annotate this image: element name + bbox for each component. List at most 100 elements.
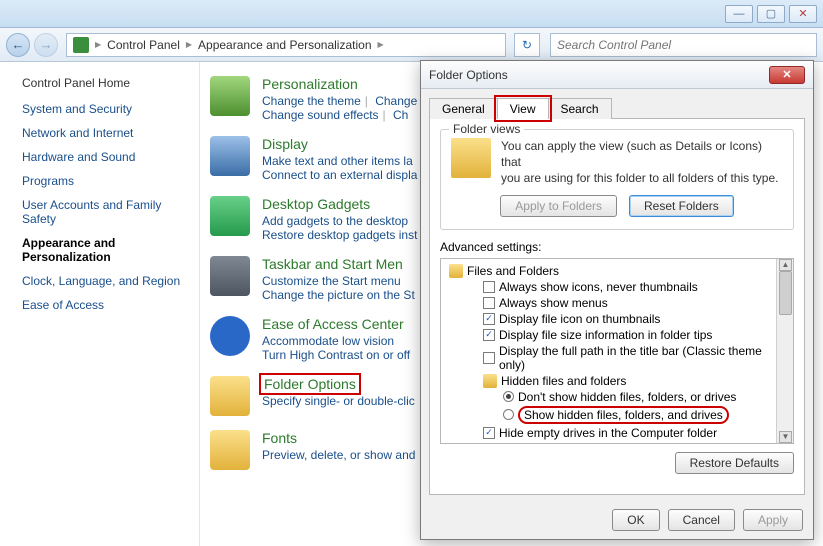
tab-search[interactable]: Search	[548, 98, 612, 119]
folder-icon	[483, 374, 497, 388]
forward-button[interactable]: →	[34, 33, 58, 57]
restore-defaults-button[interactable]: Restore Defaults	[675, 452, 794, 474]
link[interactable]: Ch	[393, 108, 408, 122]
advanced-settings-tree[interactable]: Files and Folders Always show icons, neve…	[440, 258, 794, 444]
link[interactable]: Restore desktop gadgets inst	[262, 228, 417, 242]
window-close-button[interactable]: ✕	[789, 5, 817, 23]
breadcrumb[interactable]: ▶ Control Panel ▶ Appearance and Persona…	[66, 33, 506, 57]
crumb-control-panel[interactable]: Control Panel	[107, 38, 180, 52]
tree-item-label: Always show icons, never thumbnails	[499, 280, 698, 294]
tree-item[interactable]: Don't show hidden files, folders, or dri…	[443, 389, 791, 405]
link[interactable]: Preview, delete, or show and	[262, 448, 415, 462]
refresh-icon: ↻	[522, 38, 532, 52]
cancel-button[interactable]: Cancel	[668, 509, 735, 531]
tree-item-label: Don't show hidden files, folders, or dri…	[518, 390, 736, 404]
ok-button[interactable]: OK	[612, 509, 659, 531]
dialog-close-button[interactable]: ✕	[769, 66, 805, 84]
sidebar-item-clock[interactable]: Clock, Language, and Region	[22, 274, 189, 288]
sidebar-home[interactable]: Control Panel Home	[22, 76, 189, 90]
search-input[interactable]	[550, 33, 817, 57]
folder-views-group: Folder views You can apply the view (suc…	[440, 129, 794, 230]
link[interactable]: Accommodate low vision	[262, 334, 394, 348]
window-maximize-button[interactable]: ▢	[757, 5, 785, 23]
radio-icon[interactable]	[503, 391, 514, 402]
dialog-titlebar: Folder Options ✕	[421, 61, 813, 89]
tree-item[interactable]: Always show menus	[443, 295, 791, 311]
window-minimize-button[interactable]: —	[725, 5, 753, 23]
tree-item[interactable]: Always show icons, never thumbnails	[443, 279, 791, 295]
checkbox-icon[interactable]: ✓	[483, 329, 495, 341]
tree-root-label: Files and Folders	[467, 264, 559, 278]
chevron-right-icon: ▶	[186, 40, 192, 49]
tree-item-label: Display file icon on thumbnails	[499, 312, 660, 326]
taskbar-icon	[210, 256, 250, 296]
crumb-appearance[interactable]: Appearance and Personalization	[198, 38, 371, 52]
link[interactable]: Customize the Start menu	[262, 274, 401, 288]
scrollbar[interactable]: ▲ ▼	[776, 259, 793, 443]
category-title[interactable]: Taskbar and Start Men	[262, 256, 415, 272]
tree-item[interactable]: ✓ Hide extensions for known file types	[443, 441, 791, 444]
scroll-down-icon[interactable]: ▼	[779, 431, 792, 443]
tab-general[interactable]: General	[429, 98, 498, 119]
back-button[interactable]: ←	[6, 33, 30, 57]
display-icon	[210, 136, 250, 176]
sidebar-item-programs[interactable]: Programs	[22, 174, 189, 188]
checkbox-icon[interactable]	[483, 281, 495, 293]
gadgets-icon	[210, 196, 250, 236]
link[interactable]: Change sound effects	[262, 108, 379, 122]
folder-options-dialog: Folder Options ✕ General View Search Fol…	[420, 60, 814, 540]
tree-item-label: Always show menus	[499, 296, 608, 310]
folder-views-icon	[451, 138, 491, 178]
scroll-up-icon[interactable]: ▲	[779, 259, 792, 271]
radio-icon[interactable]	[503, 409, 514, 420]
fonts-icon	[210, 430, 250, 470]
sidebar-item-hardware[interactable]: Hardware and Sound	[22, 150, 189, 164]
tree-item-label: Hide extensions for known file types	[499, 442, 690, 444]
tabstrip: General View Search	[429, 97, 805, 119]
link[interactable]: Connect to an external displa	[262, 168, 417, 182]
apply-button[interactable]: Apply	[743, 509, 803, 531]
category-title[interactable]: Personalization	[262, 76, 427, 92]
category-title[interactable]: Fonts	[262, 430, 415, 446]
sidebar-item-system[interactable]: System and Security	[22, 102, 189, 116]
sidebar-item-appearance[interactable]: Appearance and Personalization	[22, 236, 189, 264]
tab-view[interactable]: View	[497, 98, 549, 119]
group-legend: Folder views	[449, 122, 524, 136]
tree-item[interactable]: ✓ Display file size information in folder…	[443, 327, 791, 343]
tree-item-label: Hidden files and folders	[501, 374, 626, 388]
navbar: ← → ▶ Control Panel ▶ Appearance and Per…	[0, 28, 823, 62]
tree-item[interactable]: Display the full path in the title bar (…	[443, 343, 791, 373]
link[interactable]: Add gadgets to the desktop	[262, 214, 408, 228]
category-title[interactable]: Display	[262, 136, 417, 152]
reset-folders-button[interactable]: Reset Folders	[629, 195, 734, 217]
sidebar-item-ease[interactable]: Ease of Access	[22, 298, 189, 312]
sidebar-item-network[interactable]: Network and Internet	[22, 126, 189, 140]
tree-item-label: Display file size information in folder …	[499, 328, 712, 342]
chevron-right-icon: ▶	[95, 40, 101, 49]
link[interactable]: Make text and other items la	[262, 154, 413, 168]
refresh-button[interactable]: ↻	[514, 33, 540, 57]
apply-to-folders-button[interactable]: Apply to Folders	[500, 195, 617, 217]
tree-item-label: Show hidden files, folders, and drives	[518, 406, 729, 424]
checkbox-icon[interactable]	[483, 297, 495, 309]
tree-item[interactable]: Show hidden files, folders, and drives	[443, 405, 791, 425]
category-title[interactable]: Desktop Gadgets	[262, 196, 417, 212]
sidebar-item-users[interactable]: User Accounts and Family Safety	[22, 198, 189, 226]
link[interactable]: Change the theme	[262, 94, 361, 108]
dialog-buttons: OK Cancel Apply	[612, 509, 803, 531]
checkbox-icon[interactable]: ✓	[483, 443, 495, 444]
tree-item[interactable]: ✓Hide empty drives in the Computer folde…	[443, 425, 791, 441]
checkbox-icon[interactable]: ✓	[483, 427, 495, 439]
link[interactable]: Change the picture on the St	[262, 288, 415, 302]
category-title[interactable]: Folder Options	[262, 376, 358, 392]
control-panel-icon	[73, 37, 89, 53]
checkbox-icon[interactable]	[483, 352, 495, 364]
category-title[interactable]: Ease of Access Center	[262, 316, 410, 332]
tree-item[interactable]: ✓ Display file icon on thumbnails	[443, 311, 791, 327]
folder-views-text: You can apply the view (such as Details …	[501, 138, 783, 187]
scroll-thumb[interactable]	[779, 271, 792, 315]
link[interactable]: Turn High Contrast on or off	[262, 348, 410, 362]
ease-of-access-icon	[210, 316, 250, 356]
link[interactable]: Specify single- or double-clic	[262, 394, 415, 408]
checkbox-icon[interactable]: ✓	[483, 313, 495, 325]
